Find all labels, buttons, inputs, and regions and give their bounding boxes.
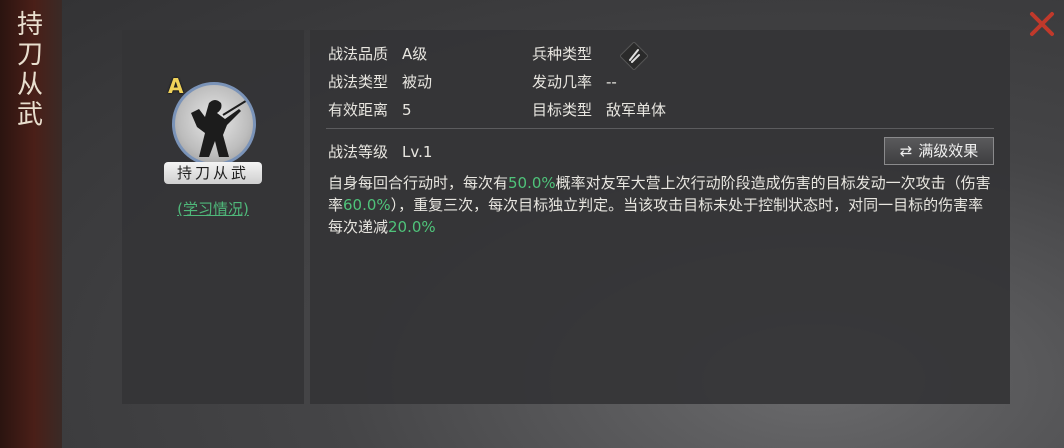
desc-highlight: 60.0% [343, 196, 391, 214]
attr-label: 目标类型 [532, 101, 593, 119]
attr-label: 战法品质 [328, 45, 389, 63]
desc-highlight: 20.0% [388, 218, 436, 236]
attr-value: 敌军单体 [606, 101, 667, 119]
attr-value: 被动 [402, 73, 433, 91]
skill-name-plate: 持刀从武 [164, 162, 262, 184]
attr-quality: 战法品质 A级 [328, 44, 427, 64]
level-value: Lv.1 [402, 143, 433, 161]
skill-level: 战法等级 Lv.1 [328, 142, 432, 162]
attr-troop: 兵种类型 [532, 44, 606, 64]
learn-status-link[interactable]: (学习情况) [122, 198, 304, 219]
skill-portrait: A [168, 74, 256, 166]
attr-value: -- [606, 73, 617, 91]
desc-text: 自身每回合行动时，每次有 [328, 174, 509, 192]
attr-label: 有效距离 [328, 101, 389, 119]
title-char: 武 [16, 100, 45, 130]
skill-description: 自身每回合行动时，每次有50.0%概率对友军大营上次行动阶段造成伤害的目标发动一… [328, 172, 992, 238]
warrior-silhouette-icon [191, 98, 250, 157]
title-char: 刀 [16, 40, 45, 70]
attr-value: 5 [402, 101, 412, 119]
max-level-effect-button[interactable]: ⇄ 满级效果 [884, 137, 994, 165]
attr-label: 兵种类型 [532, 45, 593, 63]
attr-value: A级 [402, 45, 428, 63]
skill-detail-card: 战法品质 A级 战法类型 被动 有效距离 5 兵种类型 发动几率 -- 目标类型 敌军单体… [310, 30, 1010, 404]
vertical-title: 持 刀 从 武 [14, 10, 48, 130]
title-char: 从 [16, 70, 45, 100]
skill-avatar [172, 82, 256, 166]
skill-grade-badge: A [168, 74, 184, 98]
swap-arrows-icon: ⇄ [899, 142, 913, 160]
title-char: 持 [16, 10, 45, 40]
attr-target: 目标类型 敌军单体 [532, 100, 666, 120]
max-level-effect-label: 满级效果 [918, 142, 979, 160]
skill-portrait-card: A 持刀从武 (学习情况) [122, 30, 304, 404]
left-title-strip: 持 刀 从 武 [0, 0, 62, 448]
attr-label: 发动几率 [532, 73, 593, 91]
attr-label: 战法类型 [328, 73, 389, 91]
divider [326, 128, 994, 129]
close-icon[interactable] [1028, 10, 1056, 38]
desc-highlight: 50.0% [508, 174, 556, 192]
attr-range: 有效距离 5 [328, 100, 412, 120]
attr-trigger: 发动几率 -- [532, 72, 617, 92]
attr-type: 战法类型 被动 [328, 72, 432, 92]
troop-type-icon [620, 42, 648, 70]
level-label: 战法等级 [328, 143, 389, 161]
